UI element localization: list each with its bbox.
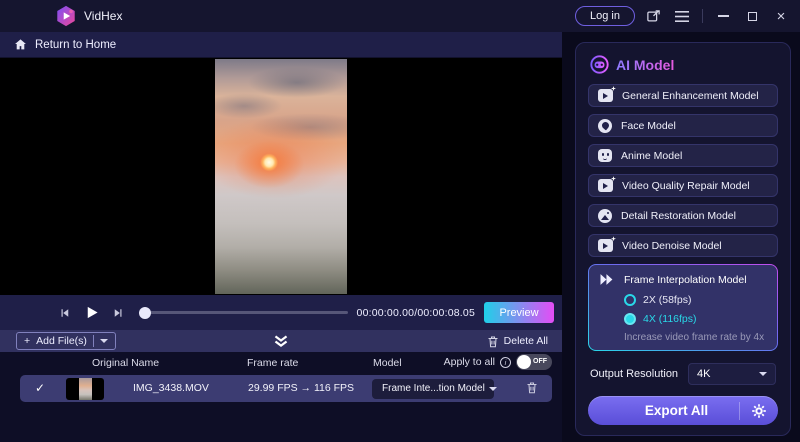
frame-interpolation-icon — [600, 274, 613, 286]
file-toolbar: + Add File(s) Delete All — [0, 330, 562, 352]
return-to-home[interactable]: Return to Home — [0, 32, 562, 58]
model-button-anime[interactable]: Anime Model — [588, 144, 778, 168]
vidhex-logo-icon — [55, 5, 77, 27]
titlebar: VidHex Log in × — [0, 0, 800, 32]
player-controls: 00:00:00.00/00:00:08.05 Preview — [0, 295, 562, 330]
file-name: IMG_3438.MOV — [133, 382, 209, 394]
seek-handle[interactable] — [139, 306, 151, 319]
trash-icon — [527, 382, 537, 394]
denoise-video-icon — [598, 239, 613, 253]
close-icon[interactable]: × — [770, 5, 792, 27]
video-thumbnail — [66, 377, 104, 400]
anime-face-icon — [598, 149, 612, 163]
option-4x-radio[interactable]: 4X (116fps) — [624, 313, 767, 326]
output-resolution-dropdown[interactable]: 4K — [688, 363, 776, 386]
enhance-video-icon — [598, 89, 613, 103]
video-stage — [0, 58, 562, 295]
vidhex-window: VidHex Log in × Return to Home 00:00:00.… — [0, 0, 800, 442]
gear-icon[interactable] — [740, 403, 778, 419]
hamburger-menu-icon[interactable] — [671, 5, 693, 27]
home-icon — [15, 39, 26, 50]
time-display: 00:00:00.00/00:00:08.05 — [356, 306, 475, 319]
apply-to-all-label: Apply to all — [443, 356, 495, 368]
chevron-down-icon — [759, 372, 767, 377]
file-table: Original Name Frame rate Model Apply to … — [0, 352, 562, 442]
table-header: Original Name Frame rate Model Apply to … — [0, 352, 562, 373]
seek-track[interactable] — [140, 311, 348, 314]
plus-icon: + — [24, 335, 31, 347]
main-area: Return to Home 00:00:00.00/00:00:08.05 P… — [0, 32, 562, 442]
col-model: Model — [373, 357, 402, 369]
ai-model-card: AI Model General Enhancement Model Face … — [575, 42, 791, 436]
chevron-down-icon[interactable] — [99, 339, 108, 343]
model-panel-frame-interpolation[interactable]: Frame Interpolation Model 2X (58fps) 4X … — [588, 264, 778, 351]
output-resolution-label: Output Resolution — [590, 368, 679, 381]
minimize-icon[interactable] — [712, 5, 734, 27]
return-home-label: Return to Home — [35, 38, 117, 51]
video-preview[interactable] — [215, 59, 347, 294]
trash-icon — [488, 335, 498, 347]
model-description: Increase video frame rate by 4x — [624, 332, 765, 344]
info-icon[interactable]: i — [500, 356, 511, 368]
ai-panel-title: AI Model — [616, 56, 675, 73]
model-button-detail-restoration[interactable]: Detail Restoration Model — [588, 204, 778, 228]
chevron-down-icon — [488, 386, 497, 391]
login-button[interactable]: Log in — [575, 6, 635, 26]
apply-to-all-toggle[interactable]: OFF — [516, 354, 552, 370]
preview-button[interactable]: Preview — [484, 302, 554, 323]
option-2x-radio[interactable]: 2X (58fps) — [624, 294, 767, 307]
resolution-value: 4K — [697, 368, 711, 381]
model-button-video-denoise[interactable]: Video Denoise Model — [588, 234, 778, 258]
repair-video-icon — [598, 179, 613, 193]
row-checkmark-icon[interactable]: ✓ — [35, 381, 45, 395]
radio-unselected-icon[interactable] — [624, 294, 636, 307]
titlebar-divider — [702, 9, 703, 23]
photo-restore-icon — [598, 208, 612, 223]
col-original-name: Original Name — [92, 357, 160, 369]
table-row[interactable]: ✓ IMG_3438.MOV 29.99 FPS → 116 FPS Frame… — [20, 375, 552, 402]
face-icon — [598, 118, 612, 133]
export-all-button[interactable]: Export All — [588, 396, 778, 425]
row-model-dropdown[interactable]: Frame Inte...tion Model — [372, 378, 497, 399]
add-files-button[interactable]: + Add File(s) — [16, 332, 116, 350]
delete-all-button[interactable]: Delete All — [487, 332, 548, 350]
seek-bar[interactable] — [139, 306, 348, 320]
row-delete-button[interactable] — [526, 381, 538, 394]
col-frame-rate: Frame rate — [247, 357, 299, 369]
frame-rate-value: 29.99 FPS → 116 FPS — [248, 382, 355, 394]
radio-selected-icon[interactable] — [624, 313, 636, 326]
model-button-general-enhancement[interactable]: General Enhancement Model — [588, 84, 778, 108]
ai-robot-icon — [590, 55, 609, 74]
selected-model-label: Frame Interpolation Model — [624, 273, 747, 286]
app-title: VidHex — [84, 9, 123, 23]
add-files-label: Add File(s) — [36, 335, 87, 347]
maximize-icon[interactable] — [741, 5, 763, 27]
toggle-state: OFF — [533, 358, 547, 365]
ai-panel: AI Model General Enhancement Model Face … — [562, 32, 800, 442]
next-frame-icon[interactable] — [109, 304, 127, 322]
delete-all-label: Delete All — [503, 335, 548, 347]
previous-frame-icon[interactable] — [55, 304, 73, 322]
double-chevron-down-icon[interactable] — [274, 334, 289, 352]
feedback-edit-icon[interactable] — [642, 5, 664, 27]
model-button-quality-repair[interactable]: Video Quality Repair Model — [588, 174, 778, 198]
play-icon[interactable] — [82, 304, 100, 322]
model-button-face[interactable]: Face Model — [588, 114, 778, 138]
